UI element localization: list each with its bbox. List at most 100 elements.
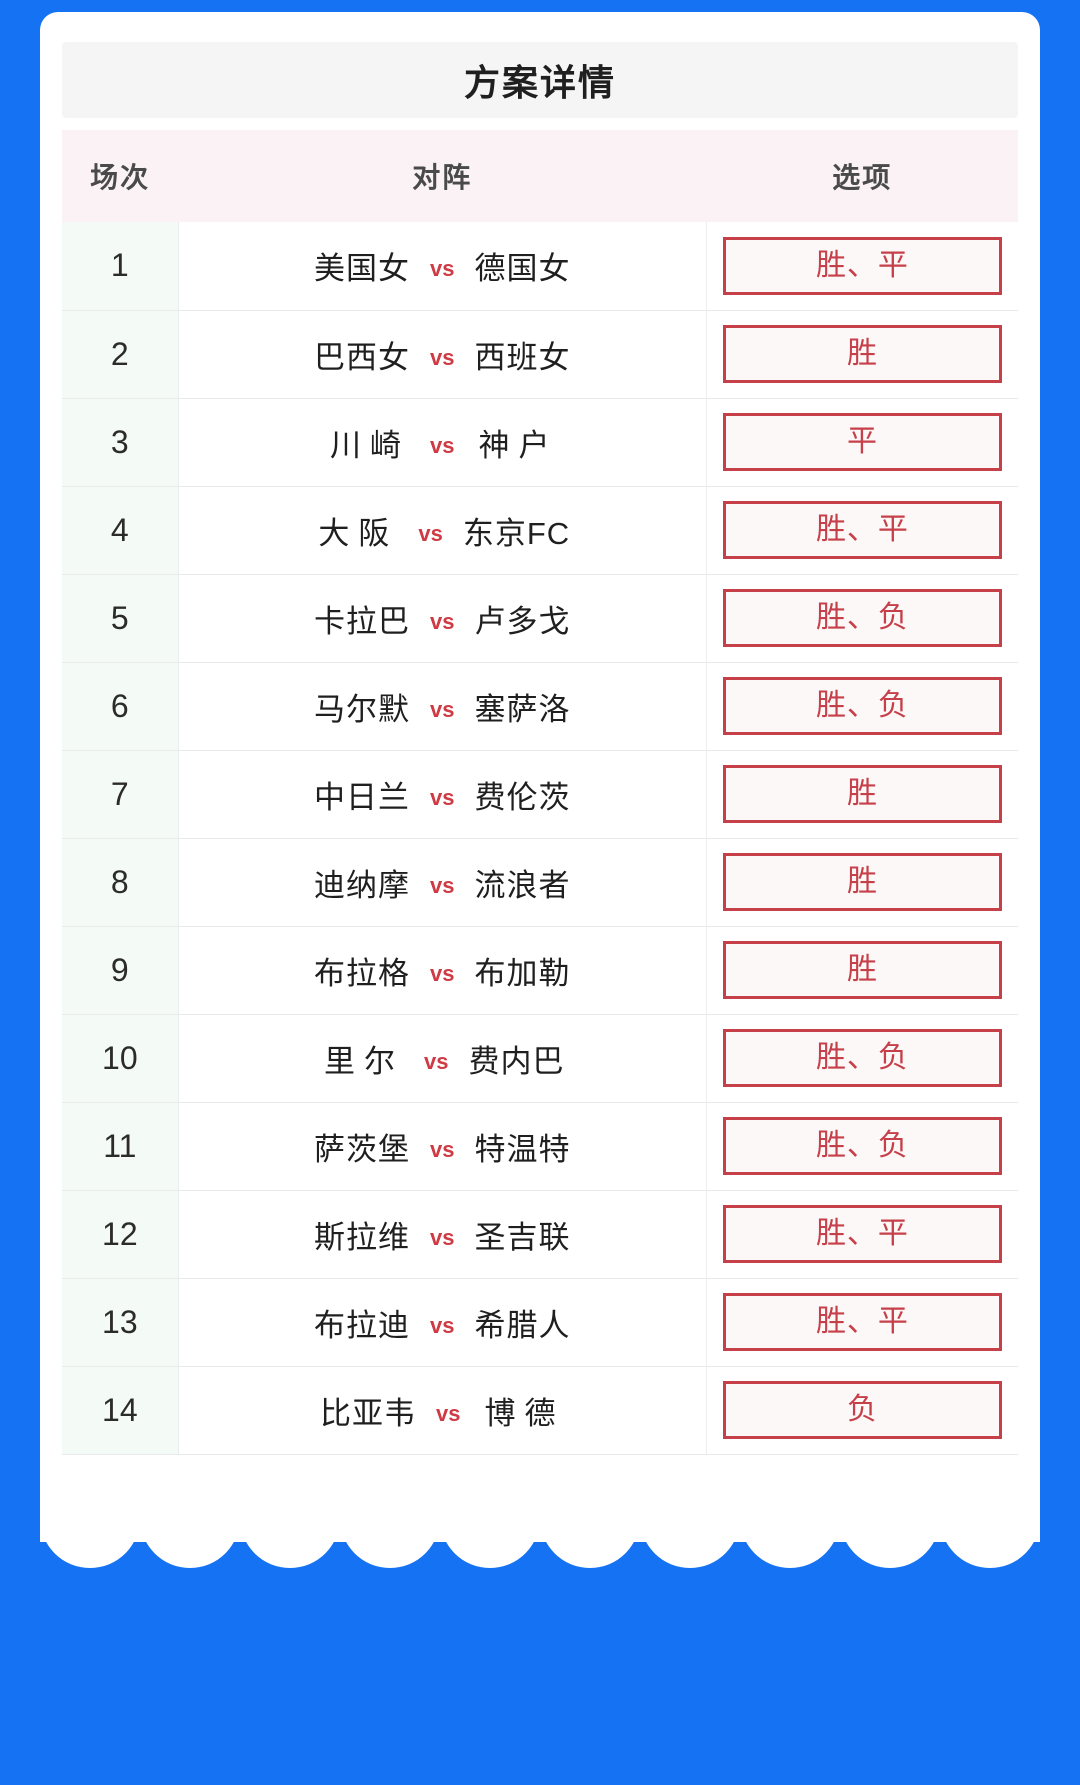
home-team-name: 布拉格 (314, 955, 411, 991)
scallop-bump (340, 1530, 440, 1568)
option-badge[interactable]: 胜、负 (722, 1117, 1002, 1175)
away-team-name: 神户 (478, 427, 559, 463)
cell-option: 胜、平 (706, 486, 1018, 575)
scallop-bump (540, 1530, 640, 1568)
cell-matchup: 布拉迪 vs 希腊人 (178, 1278, 707, 1367)
cell-option: 胜、平 (706, 222, 1018, 311)
option-badge[interactable]: 胜、平 (722, 1293, 1002, 1351)
away-team-name: 圣吉联 (474, 1219, 571, 1255)
cell-matchup: 布拉格 vs 布加勒 (178, 926, 707, 1015)
scallop-bump (40, 1530, 140, 1568)
away-team-name: 费内巴 (468, 1043, 565, 1079)
table-row: 6 马尔默 vs 塞萨洛 胜、负 (62, 662, 1018, 751)
table-row: 8 迪纳摩 vs 流浪者 胜 (62, 838, 1018, 927)
option-badge[interactable]: 负 (722, 1381, 1002, 1439)
option-badge[interactable]: 胜、负 (722, 589, 1002, 647)
away-team-name: 流浪者 (474, 867, 571, 903)
table-row: 11 萨茨堡 vs 特温特 胜、负 (62, 1102, 1018, 1191)
cell-matchup: 川崎 vs 神户 (178, 398, 707, 487)
table-head: 场次 对阵 选项 (62, 130, 1018, 222)
away-team-name: 东京FC (462, 515, 571, 551)
home-team-name: 比亚韦 (320, 1395, 417, 1431)
page-title: 方案详情 (463, 62, 616, 103)
home-team-name: 美国女 (314, 251, 411, 287)
away-team-name: 卢多戈 (474, 603, 571, 639)
scallop-bump (140, 1530, 240, 1568)
table-header-row: 场次 对阵 选项 (62, 130, 1018, 222)
home-team-name: 巴西女 (314, 339, 411, 375)
table-body: 1 美国女 vs 德国女 胜、平 2 巴西女 vs 西班女胜 3 川崎 vs 神户平 4 大阪 vs 东京FC 胜… (62, 222, 1018, 1455)
cell-match-no: 12 (62, 1190, 179, 1279)
detail-card: 方案详情 场次 对阵 选项 1 美国女 vs 德国女 胜、平 2 巴西女 vs 西班女胜 3 川崎 v… (40, 12, 1040, 1542)
scallop-bump (940, 1530, 1040, 1568)
cell-option: 胜 (706, 926, 1018, 1015)
away-team-name: 德国女 (474, 251, 571, 287)
plan-detail-table: 场次 对阵 选项 1 美国女 vs 德国女 胜、平 2 巴西女 vs 西班女胜 3 川崎 vs 神户平 4… (62, 130, 1018, 1455)
home-team-name: 迪纳摩 (314, 867, 411, 903)
cell-match-no: 6 (62, 662, 179, 751)
vs-separator: vs (430, 784, 455, 810)
scallop-bump (640, 1530, 740, 1568)
column-header-no: 场次 (62, 130, 179, 222)
vs-separator: vs (430, 432, 455, 458)
table-row: 5 卡拉巴 vs 卢多戈 胜、负 (62, 574, 1018, 663)
home-team-name: 萨茨堡 (314, 1131, 411, 1167)
scalloped-edge (40, 1530, 1040, 1590)
cell-match-no: 8 (62, 838, 179, 927)
away-team-name: 希腊人 (474, 1307, 571, 1343)
option-badge[interactable]: 胜 (722, 853, 1002, 911)
cell-matchup: 美国女 vs 德国女 (178, 222, 707, 311)
option-badge[interactable]: 胜、平 (722, 501, 1002, 559)
cell-match-no: 1 (62, 222, 179, 311)
option-badge[interactable]: 平 (722, 413, 1002, 471)
table-row: 1 美国女 vs 德国女 胜、平 (62, 222, 1018, 311)
vs-separator: vs (430, 1136, 455, 1162)
option-badge[interactable]: 胜、平 (722, 236, 1002, 295)
cell-matchup: 萨茨堡 vs 特温特 (178, 1102, 707, 1191)
option-badge[interactable]: 胜、负 (722, 1029, 1002, 1087)
option-badge[interactable]: 胜、负 (722, 677, 1002, 735)
home-team-name: 里尔 (324, 1043, 405, 1079)
cell-match-no: 14 (62, 1366, 179, 1455)
title-table-gap (62, 118, 1018, 130)
cell-option: 胜 (706, 838, 1018, 927)
cell-matchup: 迪纳摩 vs 流浪者 (178, 838, 707, 927)
cell-option: 胜 (706, 310, 1018, 399)
vs-separator: vs (430, 872, 455, 898)
vs-separator: vs (430, 1312, 455, 1338)
table-row: 2 巴西女 vs 西班女 胜 (62, 310, 1018, 399)
cell-match-no: 11 (62, 1102, 179, 1191)
table-row: 12 斯拉维 vs 圣吉联 胜、平 (62, 1190, 1018, 1279)
table-row: 4 大阪 vs 东京FC 胜、平 (62, 486, 1018, 575)
table-row: 10 里尔 vs 费内巴 胜、负 (62, 1014, 1018, 1103)
home-team-name: 卡拉巴 (314, 603, 411, 639)
vs-separator: vs (430, 696, 455, 722)
cell-matchup: 里尔 vs 费内巴 (178, 1014, 707, 1103)
cell-option: 平 (706, 398, 1018, 487)
title-bar: 方案详情 (62, 42, 1018, 118)
cell-option: 胜、负 (706, 574, 1018, 663)
home-team-name: 中日兰 (314, 779, 411, 815)
cell-option: 胜、负 (706, 662, 1018, 751)
table-row: 3 川崎 vs 神户 平 (62, 398, 1018, 487)
away-team-name: 布加勒 (474, 955, 571, 991)
cell-matchup: 巴西女 vs 西班女 (178, 310, 707, 399)
option-badge[interactable]: 胜 (722, 765, 1002, 823)
away-team-name: 西班女 (474, 339, 571, 375)
cell-match-no: 9 (62, 926, 179, 1015)
cell-matchup: 大阪 vs 东京FC (178, 486, 707, 575)
option-badge[interactable]: 胜 (722, 325, 1002, 383)
away-team-name: 博德 (484, 1395, 565, 1431)
vs-separator: vs (430, 608, 455, 634)
cell-match-no: 3 (62, 398, 179, 487)
table-row: 14 比亚韦 vs 博德 负 (62, 1366, 1018, 1455)
cell-match-no: 13 (62, 1278, 179, 1367)
home-team-name: 大阪 (318, 515, 399, 551)
vs-separator: vs (430, 256, 455, 282)
option-badge[interactable]: 胜、平 (722, 1205, 1002, 1263)
page-root: 方案详情 场次 对阵 选项 1 美国女 vs 德国女 胜、平 2 巴西女 vs 西班女胜 3 川崎 v… (0, 0, 1080, 1785)
cell-option: 胜、负 (706, 1102, 1018, 1191)
cell-option: 胜、平 (706, 1278, 1018, 1367)
home-team-name: 布拉迪 (314, 1307, 411, 1343)
option-badge[interactable]: 胜 (722, 941, 1002, 999)
